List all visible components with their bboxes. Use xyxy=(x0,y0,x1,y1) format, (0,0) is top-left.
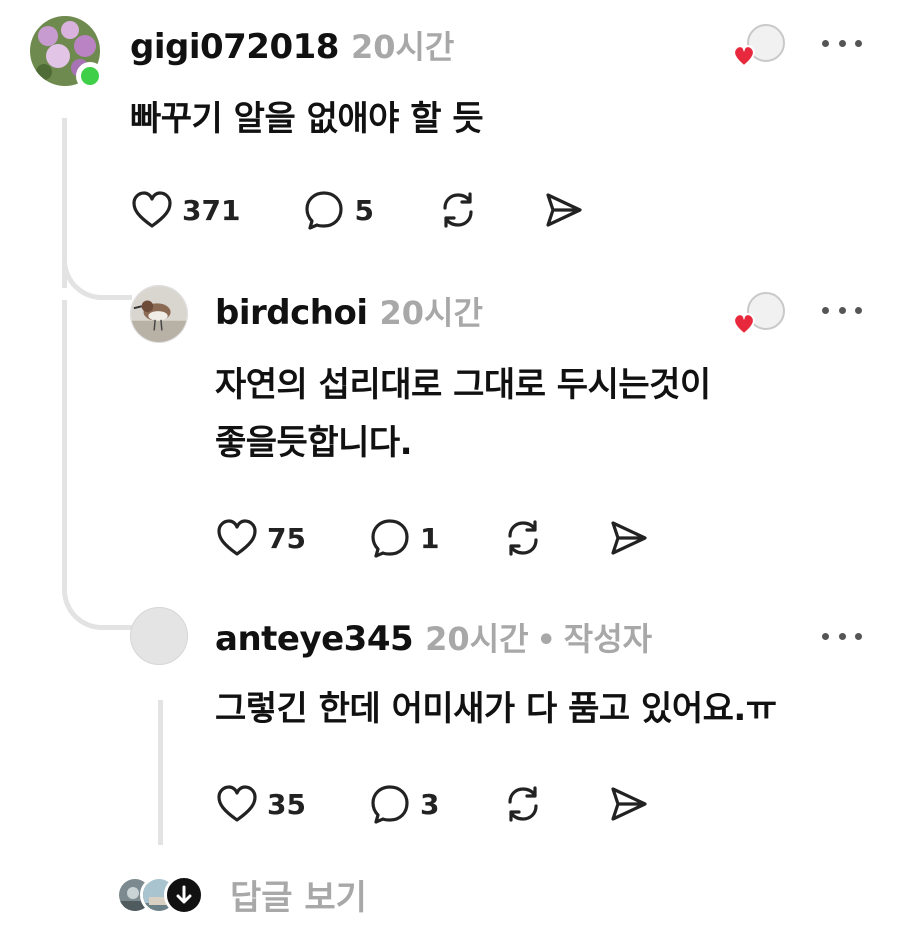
reply-count: 3 xyxy=(419,787,440,821)
author-liked-heart-icon xyxy=(730,22,790,72)
avatar-anteye345[interactable] xyxy=(130,607,188,665)
comment-text-line: 좋을듯합니다. xyxy=(215,423,413,463)
comment-bubble-icon xyxy=(305,191,344,230)
comment-text-line: 빠꾸기 알을 없애야 할 듯 xyxy=(130,99,484,139)
arrow-down-icon xyxy=(164,874,204,915)
comment-2-header: birdchoi 20시간 xyxy=(215,288,483,334)
comment-button[interactable]: 3 xyxy=(368,782,439,826)
author-badge: 작성자 xyxy=(563,620,653,658)
send-icon xyxy=(611,787,648,821)
reply-count: 5 xyxy=(354,193,374,227)
view-replies-button[interactable]: 답글 보기 xyxy=(116,870,367,919)
repost-button[interactable] xyxy=(501,782,545,826)
comment-text-line: 자연의 섭리대로 그대로 두시는것이 xyxy=(215,365,711,405)
repost-icon xyxy=(508,520,539,556)
like-button[interactable]: 371 xyxy=(130,188,240,232)
comment-bubble-icon xyxy=(371,519,409,558)
comment-3-actions: 35 3 xyxy=(215,782,651,826)
thread-connector-2 xyxy=(62,560,132,630)
comment-3-header: anteye345 20시간 • 작성자 xyxy=(215,614,652,660)
username[interactable]: gigi072018 xyxy=(130,27,339,67)
more-dots-icon[interactable] xyxy=(822,626,862,646)
send-icon xyxy=(546,193,582,227)
reply-count: 1 xyxy=(419,521,440,555)
share-button[interactable] xyxy=(607,782,651,826)
share-button[interactable] xyxy=(607,516,651,560)
more-dots-icon[interactable] xyxy=(822,33,862,53)
comment-1-actions: 371 5 xyxy=(130,188,586,232)
repost-button[interactable] xyxy=(501,516,545,560)
comment-button[interactable]: 5 xyxy=(302,188,374,232)
like-count: 35 xyxy=(267,787,306,821)
comment-2-actions: 75 1 xyxy=(215,516,651,560)
username[interactable]: birdchoi xyxy=(215,293,368,333)
heart-outline-icon xyxy=(217,785,257,822)
comment-3-text: 그렇긴 한데 어미새가 다 품고 있어요.ㅠ xyxy=(215,680,777,738)
repost-button[interactable] xyxy=(436,188,480,232)
author-liked-heart-icon xyxy=(730,290,790,340)
thread-connector-1 xyxy=(62,240,132,300)
thread-line-reply xyxy=(158,700,163,845)
thread-line-continue xyxy=(62,300,67,570)
repost-icon xyxy=(508,786,539,822)
like-count: 371 xyxy=(182,193,241,227)
comment-2-text: 자연의 섭리대로 그대로 두시는것이 좋을듯합니다. xyxy=(215,356,711,472)
comment-1-header: gigi072018 20시간 xyxy=(130,22,454,68)
share-button[interactable] xyxy=(542,188,586,232)
timestamp: 20시간 xyxy=(379,294,483,332)
comment-button[interactable]: 1 xyxy=(368,516,439,560)
more-dots-icon[interactable] xyxy=(822,300,862,320)
comment-text-line: 그렇긴 한데 어미새가 다 품고 있어요.ㅠ xyxy=(215,689,777,729)
like-count: 75 xyxy=(267,521,306,555)
like-button[interactable]: 75 xyxy=(215,516,306,560)
comment-bubble-icon xyxy=(371,785,409,824)
send-icon xyxy=(611,521,648,555)
avatar-birdchoi[interactable] xyxy=(130,285,188,343)
heart-outline-icon xyxy=(217,519,257,556)
view-replies-label: 답글 보기 xyxy=(230,878,367,918)
heart-outline-icon xyxy=(132,191,172,228)
separator-dot: • xyxy=(536,623,556,658)
comment-1-text: 빠꾸기 알을 없애야 할 듯 xyxy=(130,90,484,148)
timestamp: 20시간 xyxy=(350,28,455,66)
username[interactable]: anteye345 xyxy=(215,619,414,659)
timestamp: 20시간 xyxy=(425,620,529,658)
like-button[interactable]: 35 xyxy=(215,782,306,826)
repost-icon xyxy=(443,192,473,228)
online-status-dot xyxy=(76,62,104,90)
